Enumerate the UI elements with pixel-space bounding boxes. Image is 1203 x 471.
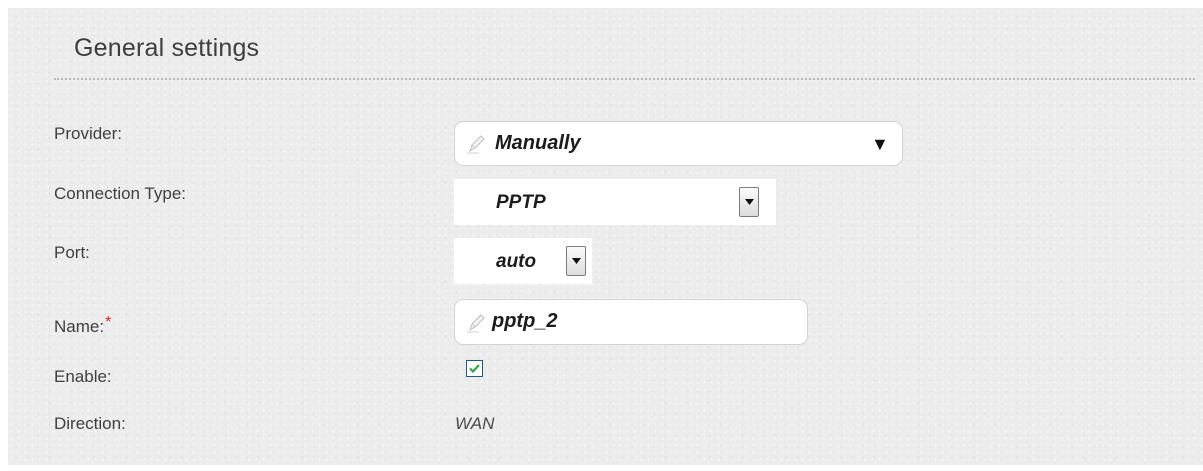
direction-label: Direction: [54, 414, 126, 433]
name-label-text: Name: [54, 317, 105, 336]
settings-panel [8, 8, 1203, 465]
name-value: pptp_2 [492, 310, 558, 332]
chevron-down-icon [572, 258, 581, 264]
name-label: Name:* [54, 314, 111, 337]
enable-checkbox[interactable] [466, 360, 483, 377]
provider-value: Manually [495, 132, 581, 154]
connection-type-dropdown-button[interactable] [739, 187, 759, 217]
triangle-down-icon[interactable]: ▼ [871, 134, 889, 155]
connection-type-value: PPTP [496, 192, 546, 213]
port-dropdown-button[interactable] [566, 246, 586, 276]
chevron-down-icon [745, 199, 754, 205]
port-value: auto [496, 251, 537, 272]
section-title: General settings [74, 34, 260, 62]
enable-label: Enable: [54, 367, 112, 386]
port-select[interactable]: auto [454, 238, 592, 284]
name-input[interactable]: pptp_2 [454, 299, 808, 345]
connection-type-label: Connection Type: [54, 184, 186, 203]
provider-select[interactable]: Manually ▼ [454, 121, 903, 166]
pencil-icon [467, 135, 485, 154]
checkmark-icon [469, 364, 480, 374]
required-marker: * [105, 314, 112, 331]
pencil-icon [467, 314, 485, 333]
provider-label: Provider: [54, 124, 123, 143]
direction-value: WAN [455, 414, 495, 433]
port-label: Port: [54, 243, 90, 262]
section-divider [54, 78, 1195, 80]
connection-type-select[interactable]: PPTP [454, 179, 776, 225]
